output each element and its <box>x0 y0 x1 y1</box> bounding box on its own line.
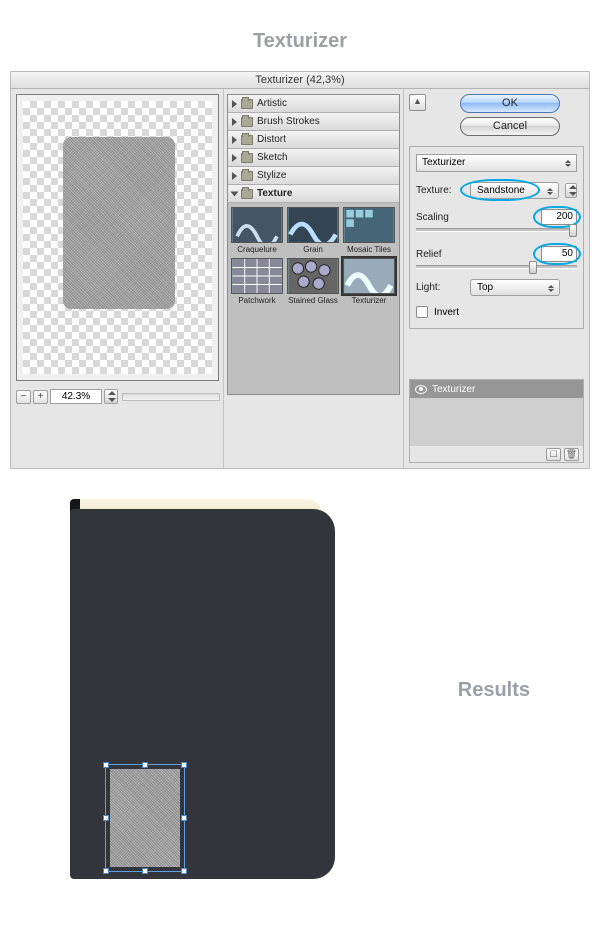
light-dropdown[interactable]: Top <box>470 279 560 296</box>
relief-input[interactable]: 50 <box>541 246 577 262</box>
zoom-in-button[interactable]: + <box>33 390 48 404</box>
scaling-label: Scaling <box>416 212 464 223</box>
thumb-label: Craquelure <box>231 245 283 254</box>
texture-flyout-button[interactable] <box>565 183 577 198</box>
thumb-label: Patchwork <box>231 296 283 305</box>
select-caret-icon <box>544 185 556 197</box>
filter-options-group: Texturizer Texture: Sandstone Scaling 20… <box>409 146 584 329</box>
preview-frame <box>16 94 219 381</box>
thumbnail-grid: Craquelure Grain Mosaic Tiles Patchwork <box>228 203 399 309</box>
folder-icon <box>241 171 253 181</box>
effect-layer-name: Texturizer <box>432 384 475 395</box>
filter-select[interactable]: Texturizer <box>416 154 577 172</box>
folder-icon <box>241 189 253 199</box>
selected-texture-object <box>110 769 180 867</box>
selection-handle[interactable] <box>103 762 109 768</box>
disclosure-icon <box>231 191 239 196</box>
select-caret-icon <box>545 282 557 294</box>
thumb-label: Grain <box>287 245 339 254</box>
thumb-craquelure[interactable]: Craquelure <box>231 207 283 254</box>
thumb-texturizer[interactable]: Texturizer <box>343 258 395 305</box>
selection-handle[interactable] <box>181 868 187 874</box>
selection-handle[interactable] <box>103 815 109 821</box>
folder-icon <box>241 135 253 145</box>
category-label: Sketch <box>257 152 288 163</box>
zoom-out-button[interactable]: − <box>16 390 31 404</box>
relief-label: Relief <box>416 249 464 260</box>
ok-button[interactable]: OK <box>460 94 560 113</box>
selection-handle[interactable] <box>142 762 148 768</box>
cancel-button[interactable]: Cancel <box>460 117 560 136</box>
visibility-icon[interactable] <box>415 385 427 394</box>
preview-texture <box>63 137 175 309</box>
thumb-label: Mosaic Tiles <box>343 245 395 254</box>
effect-layers-empty <box>410 398 583 446</box>
category-sketch[interactable]: Sketch <box>228 149 399 167</box>
invert-label: Invert <box>434 307 459 318</box>
disclosure-icon <box>232 172 237 180</box>
disclosure-icon <box>232 100 237 108</box>
category-brush-strokes[interactable]: Brush Strokes <box>228 113 399 131</box>
thumb-label: Stained Glass <box>287 296 339 305</box>
folder-icon <box>241 99 253 109</box>
thumb-patchwork[interactable]: Patchwork <box>231 258 283 305</box>
collapse-button[interactable]: ▲ <box>409 94 426 111</box>
selection-handle[interactable] <box>181 762 187 768</box>
selection-handle[interactable] <box>142 868 148 874</box>
zoom-field[interactable]: 42.3% <box>50 389 102 404</box>
relief-slider[interactable] <box>416 265 577 269</box>
category-stylize[interactable]: Stylize <box>228 167 399 185</box>
options-column: ▲ OK Cancel Texturizer Texture: Sandston… <box>404 89 589 468</box>
category-column: Artistic Brush Strokes Distort Sketch <box>224 89 404 468</box>
texture-label: Texture: <box>416 185 464 196</box>
scaling-slider[interactable] <box>416 228 577 232</box>
category-artistic[interactable]: Artistic <box>228 95 399 113</box>
preview-scrollbar[interactable] <box>122 393 220 401</box>
thumb-mosaic-tiles[interactable]: Mosaic Tiles <box>343 207 395 254</box>
selection-handle[interactable] <box>103 868 109 874</box>
scaling-input[interactable]: 200 <box>541 209 577 225</box>
thumb-grain[interactable]: Grain <box>287 207 339 254</box>
category-label: Stylize <box>257 170 286 181</box>
category-label: Artistic <box>257 98 287 109</box>
filter-gallery-dialog: Texturizer (42,3%) − + 42.3% <box>10 71 590 469</box>
disclosure-icon <box>232 136 237 144</box>
thumb-stained-glass[interactable]: Stained Glass <box>287 258 339 305</box>
category-label: Distort <box>257 134 286 145</box>
preview-column: − + 42.3% <box>11 89 224 468</box>
category-label: Brush Strokes <box>257 116 320 127</box>
results-figure: Results <box>10 499 590 929</box>
invert-checkbox[interactable] <box>416 306 428 318</box>
texture-value: Sandstone <box>477 185 525 196</box>
section-heading-results: Results <box>458 679 530 702</box>
texture-dropdown[interactable]: Sandstone <box>470 182 559 199</box>
delete-effect-layer-button[interactable]: 🗑 <box>564 448 579 461</box>
zoom-stepper[interactable] <box>104 389 118 404</box>
preview-canvas[interactable] <box>23 101 212 374</box>
category-distort[interactable]: Distort <box>228 131 399 149</box>
select-caret-icon <box>562 157 574 169</box>
filter-select-value: Texturizer <box>422 157 465 168</box>
effect-layers-panel: Texturizer ☐ 🗑 <box>409 379 584 463</box>
light-label: Light: <box>416 282 464 293</box>
folder-icon <box>241 117 253 127</box>
light-value: Top <box>477 282 493 293</box>
disclosure-icon <box>232 118 237 126</box>
effect-layer-row[interactable]: Texturizer <box>410 380 583 398</box>
category-texture[interactable]: Texture <box>228 185 399 203</box>
selection-handle[interactable] <box>181 815 187 821</box>
new-effect-layer-button[interactable]: ☐ <box>546 448 561 461</box>
selection-bounding-box[interactable] <box>105 764 185 872</box>
section-heading-texturizer: Texturizer <box>0 30 600 53</box>
folder-icon <box>241 153 253 163</box>
thumb-label: Texturizer <box>343 296 395 305</box>
category-label: Texture <box>257 188 292 199</box>
disclosure-icon <box>232 154 237 162</box>
window-titlebar: Texturizer (42,3%) <box>11 72 589 89</box>
